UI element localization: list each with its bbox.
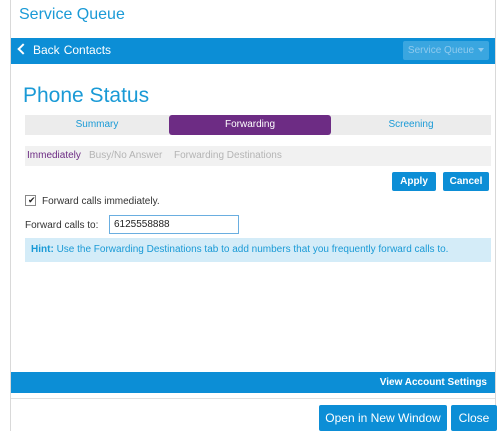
- service-queue-dropdown[interactable]: Service Queue: [403, 41, 489, 60]
- back-button[interactable]: Back Contacts: [17, 43, 112, 57]
- forward-immediately-label: Forward calls immediately.: [42, 196, 160, 208]
- page-title: Phone Status: [23, 84, 150, 107]
- title-bar: Service Queue: [11, 0, 495, 37]
- footer-bar: View Account Settings: [11, 372, 495, 393]
- nav-bar: Back Contacts Service Queue: [11, 38, 495, 64]
- subtab-busy-no-answer[interactable]: Busy/No Answer: [89, 150, 162, 161]
- window-title: Service Queue: [19, 6, 125, 23]
- tab-forwarding[interactable]: Forwarding: [169, 115, 331, 135]
- chevron-left-icon: [17, 43, 29, 55]
- subtab-forwarding-destinations[interactable]: Forwarding Destinations: [174, 150, 282, 161]
- forward-immediately-row: ✔ Forward calls immediately.: [25, 195, 160, 208]
- tab-summary[interactable]: Summary: [25, 115, 169, 135]
- hint-prefix: Hint:: [31, 244, 54, 255]
- apply-button[interactable]: Apply: [392, 172, 436, 191]
- cancel-button[interactable]: Cancel: [443, 172, 489, 191]
- view-account-settings-link[interactable]: View Account Settings: [380, 377, 487, 388]
- footer-divider: [11, 398, 495, 399]
- checkmark-icon: ✔: [28, 195, 36, 205]
- open-in-new-window-button[interactable]: Open in New Window: [319, 405, 447, 431]
- tab-screening[interactable]: Screening: [331, 115, 491, 135]
- sub-tabs: Immediately Busy/No Answer Forwarding De…: [25, 146, 491, 166]
- hint-box: Hint: Use the Forwarding Destinations ta…: [25, 238, 491, 262]
- main-tabs: Summary Forwarding Screening: [25, 115, 491, 135]
- forward-immediately-checkbox[interactable]: ✔: [25, 195, 36, 206]
- contacts-label: Contacts: [63, 43, 112, 57]
- service-queue-dropdown-label: Service Queue: [407, 45, 475, 56]
- app-frame: Service Queue Back Contacts Service Queue…: [10, 0, 497, 431]
- subtab-immediately[interactable]: Immediately: [27, 150, 81, 161]
- close-button[interactable]: Close: [451, 405, 497, 431]
- back-label: Back: [33, 43, 60, 57]
- hint-text: Use the Forwarding Destinations tab to a…: [56, 244, 449, 255]
- forward-to-label: Forward calls to:: [25, 220, 99, 231]
- forward-to-input[interactable]: 6125558888: [109, 215, 239, 234]
- caret-down-icon: [478, 48, 485, 53]
